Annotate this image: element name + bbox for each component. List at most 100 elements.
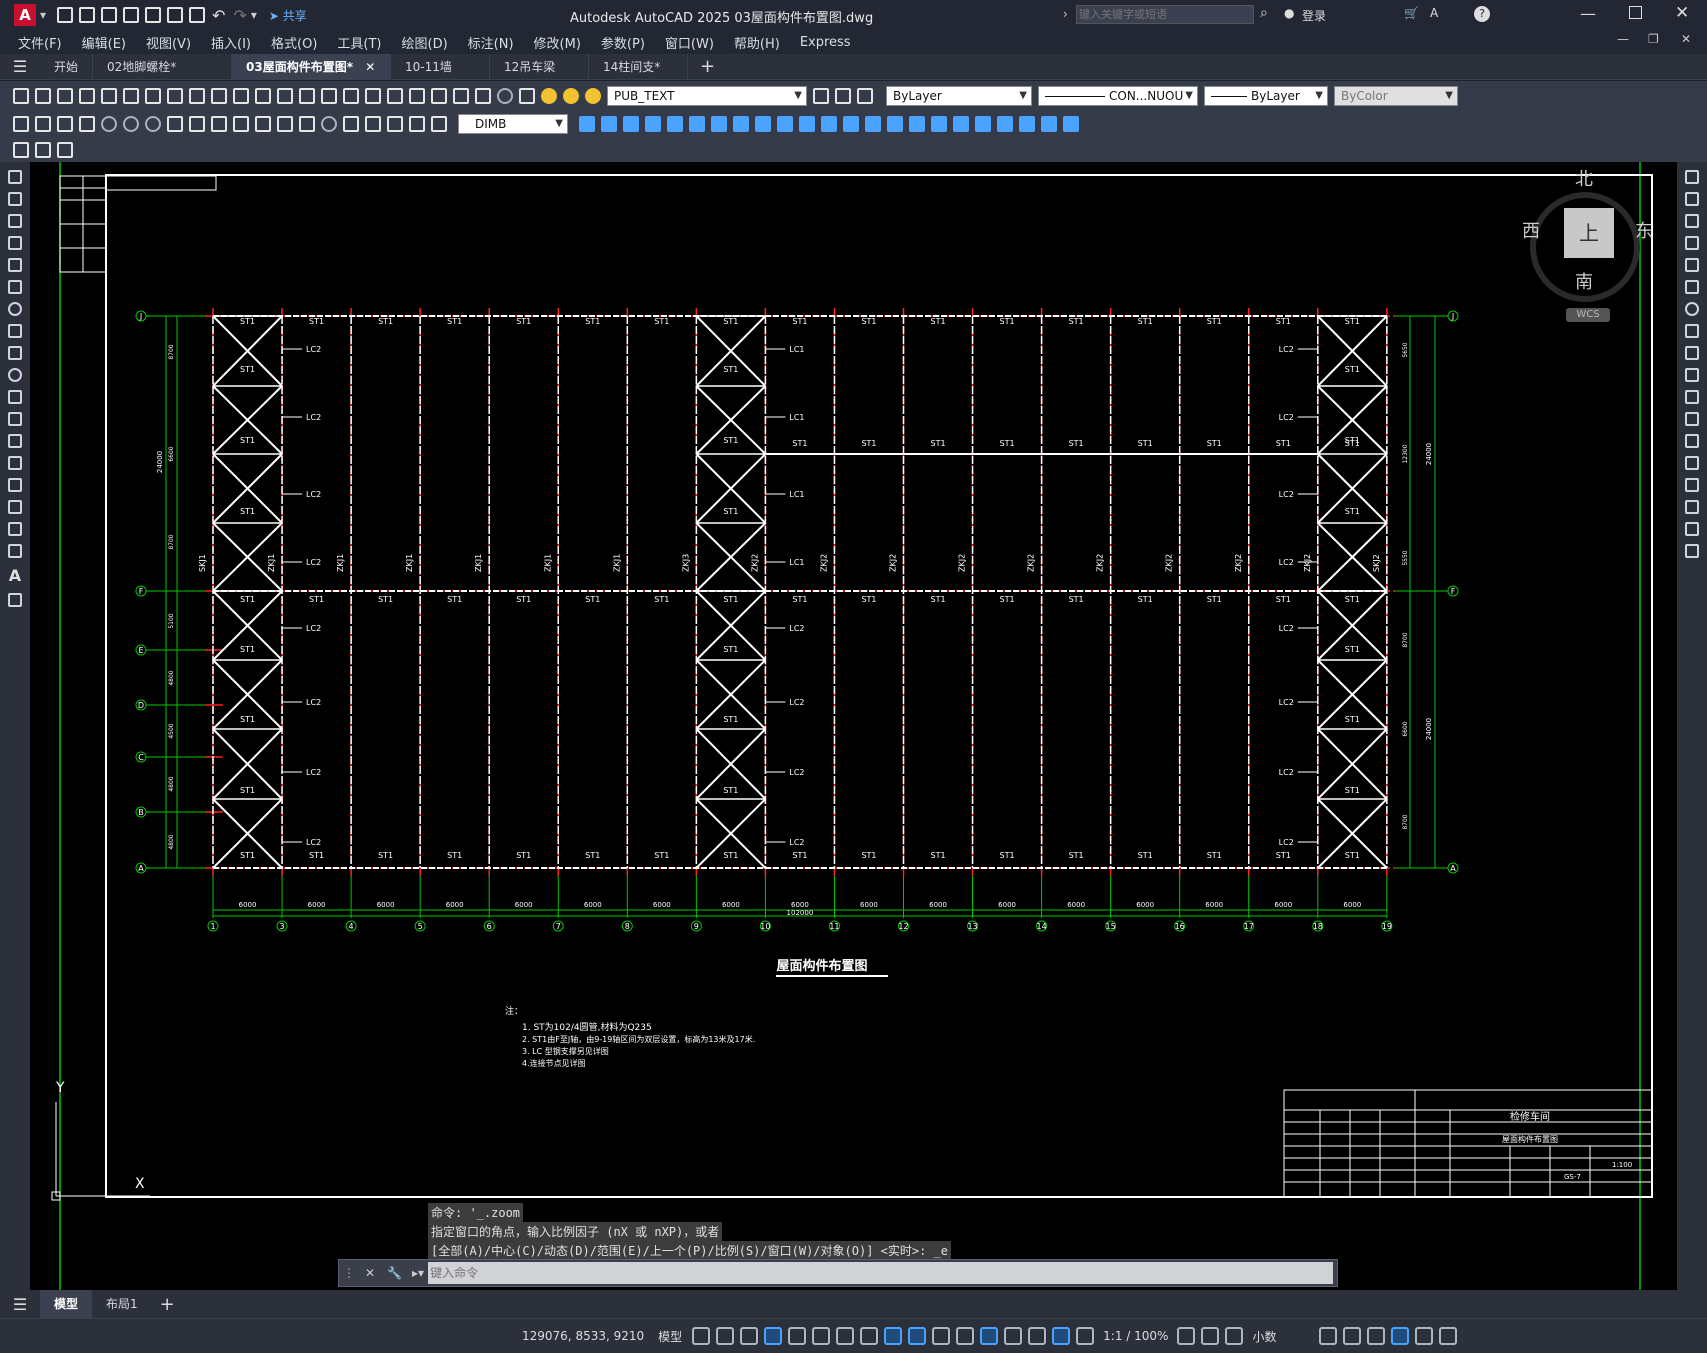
color-dropdown[interactable]: ByLayer ▼ (886, 85, 1032, 106)
add-layout-icon[interactable]: + (160, 1294, 175, 1315)
menu-file[interactable]: 文件(F) (8, 33, 72, 52)
modify-extra2-icon[interactable] (953, 116, 969, 132)
redo-icon[interactable]: ↷ (233, 6, 246, 25)
clean-screen-icon[interactable] (1415, 1327, 1434, 1345)
preview-icon[interactable] (101, 87, 117, 104)
arc-icon[interactable] (8, 280, 22, 294)
menu-insert[interactable]: 插入(I) (201, 33, 261, 52)
polygon-icon[interactable] (8, 236, 22, 250)
make-current-icon[interactable] (813, 87, 829, 104)
ellipse-icon[interactable] (8, 368, 22, 382)
grid-toggle[interactable] (692, 1327, 711, 1345)
join-icon[interactable] (843, 116, 859, 132)
rotate-icon[interactable] (711, 116, 727, 132)
table-icon[interactable] (8, 544, 22, 558)
chamfer-r-icon[interactable] (1685, 478, 1699, 492)
offset-icon[interactable] (645, 116, 661, 132)
layer-properties-icon[interactable] (519, 87, 535, 104)
3d-osnap-toggle[interactable] (980, 1327, 999, 1345)
dim-aligned-icon[interactable] (35, 116, 51, 132)
new-file-icon[interactable] (57, 7, 74, 23)
linetype-dropdown[interactable]: CON...NUOU ▼ (1038, 85, 1198, 106)
wcs-menu[interactable]: WCS (1566, 308, 1610, 322)
close-icon[interactable]: ✕ (1675, 3, 1689, 23)
search-icon[interactable]: ⌕ (1260, 5, 1268, 21)
customize-arrow-icon[interactable]: ▾ (251, 8, 257, 22)
undo-icon[interactable]: ↶ (212, 6, 225, 25)
block-editor-icon[interactable] (233, 87, 249, 104)
maximize-icon[interactable] (1629, 6, 1642, 19)
redo-tb-icon[interactable] (277, 87, 293, 104)
menu-draw[interactable]: 绘图(D) (392, 33, 458, 52)
gradient-icon[interactable] (8, 500, 22, 514)
modify-extra6-icon[interactable] (1041, 116, 1057, 132)
dim-space-icon[interactable] (255, 116, 271, 132)
coordinate-readout[interactable]: 129076, 8533, 9210 (522, 1329, 644, 1343)
rectangle-icon[interactable] (8, 258, 22, 272)
polar-toggle[interactable] (812, 1327, 831, 1345)
copy-object-icon[interactable] (601, 116, 617, 132)
isolate-objects-icon[interactable] (1367, 1327, 1386, 1345)
xline-icon[interactable] (8, 192, 22, 206)
break-point-r-icon[interactable] (1685, 412, 1699, 426)
print-icon[interactable] (79, 87, 95, 104)
explode-r-icon[interactable] (1685, 544, 1699, 558)
dim-linear-icon[interactable] (13, 116, 29, 132)
login-button[interactable]: 登录 (1302, 7, 1326, 24)
lineweight-dropdown[interactable]: ByLayer ▼ (1204, 85, 1328, 106)
modify-extra1-icon[interactable] (931, 116, 947, 132)
otrack-toggle[interactable] (860, 1327, 879, 1345)
layout-menu-icon[interactable]: ☰ (0, 1295, 40, 1314)
cmdline-customize-icon[interactable]: 🔧 (387, 1266, 402, 1280)
move-r-icon[interactable] (1685, 280, 1699, 294)
units-icon[interactable] (1225, 1327, 1244, 1345)
app-menu-arrow-icon[interactable]: ▾ (40, 8, 46, 22)
tab-14[interactable]: 14柱间支* (589, 53, 689, 80)
extend-icon[interactable] (799, 116, 815, 132)
cart-icon[interactable]: 🛒 (1404, 6, 1419, 20)
menu-view[interactable]: 视图(V) (136, 33, 201, 52)
layer-freeze-icon[interactable] (563, 87, 579, 104)
modify-extra4-icon[interactable] (997, 116, 1013, 132)
dim-baseline-icon[interactable] (211, 116, 227, 132)
modify-extra7-icon[interactable] (1063, 116, 1079, 132)
dynamic-ucs-toggle[interactable] (1004, 1327, 1023, 1345)
plot-icon[interactable] (189, 7, 206, 23)
stretch-r-icon[interactable] (1685, 346, 1699, 360)
open-file-icon[interactable] (79, 7, 96, 23)
help-icon[interactable]: ? (1474, 6, 1490, 22)
dynamic-input-toggle[interactable] (764, 1327, 783, 1345)
transparency-toggle[interactable] (932, 1327, 951, 1345)
infer-toggle[interactable] (740, 1327, 759, 1345)
viewcube-top-face[interactable]: 上 (1564, 208, 1614, 258)
auto-scale-toggle[interactable] (1076, 1327, 1095, 1345)
text-edit-icon[interactable] (13, 142, 29, 158)
move-icon[interactable] (689, 116, 705, 132)
pan-icon[interactable] (299, 87, 315, 104)
line-icon[interactable] (8, 170, 22, 184)
mtext-icon[interactable]: A (0, 566, 30, 585)
doc-minimize-icon[interactable]: — (1617, 32, 1629, 46)
revcloud-icon[interactable] (8, 324, 22, 338)
tool-palettes-icon[interactable] (431, 87, 447, 104)
layer-state-icon[interactable] (857, 87, 873, 104)
erase-r-icon[interactable] (1685, 170, 1699, 184)
ellipse-arc-icon[interactable] (8, 390, 22, 404)
annotation-visibility-toggle[interactable] (1052, 1327, 1071, 1345)
fillet-r-icon[interactable] (1685, 500, 1699, 514)
trim-icon[interactable] (777, 116, 793, 132)
graphics-performance-icon[interactable] (1391, 1327, 1410, 1345)
compass-east[interactable]: 东 (1635, 217, 1653, 243)
tab-12[interactable]: 12吊车梁 (490, 53, 590, 80)
layer-lock-icon[interactable] (585, 87, 601, 104)
tab-03-active[interactable]: 03屋面构件布置图* ✕ (232, 53, 392, 80)
menu-express[interactable]: Express (790, 35, 861, 50)
jogged-linear-icon[interactable] (365, 116, 381, 132)
menu-format[interactable]: 格式(O) (261, 33, 327, 52)
open-icon[interactable] (35, 87, 51, 104)
dim-angular-icon[interactable] (167, 116, 183, 132)
plotstyle-dropdown[interactable]: ByColor ▼ (1334, 85, 1458, 106)
zoom-window-icon[interactable] (343, 87, 359, 104)
dim-radius-icon[interactable] (101, 116, 117, 132)
minimize-icon[interactable]: — (1580, 4, 1596, 23)
